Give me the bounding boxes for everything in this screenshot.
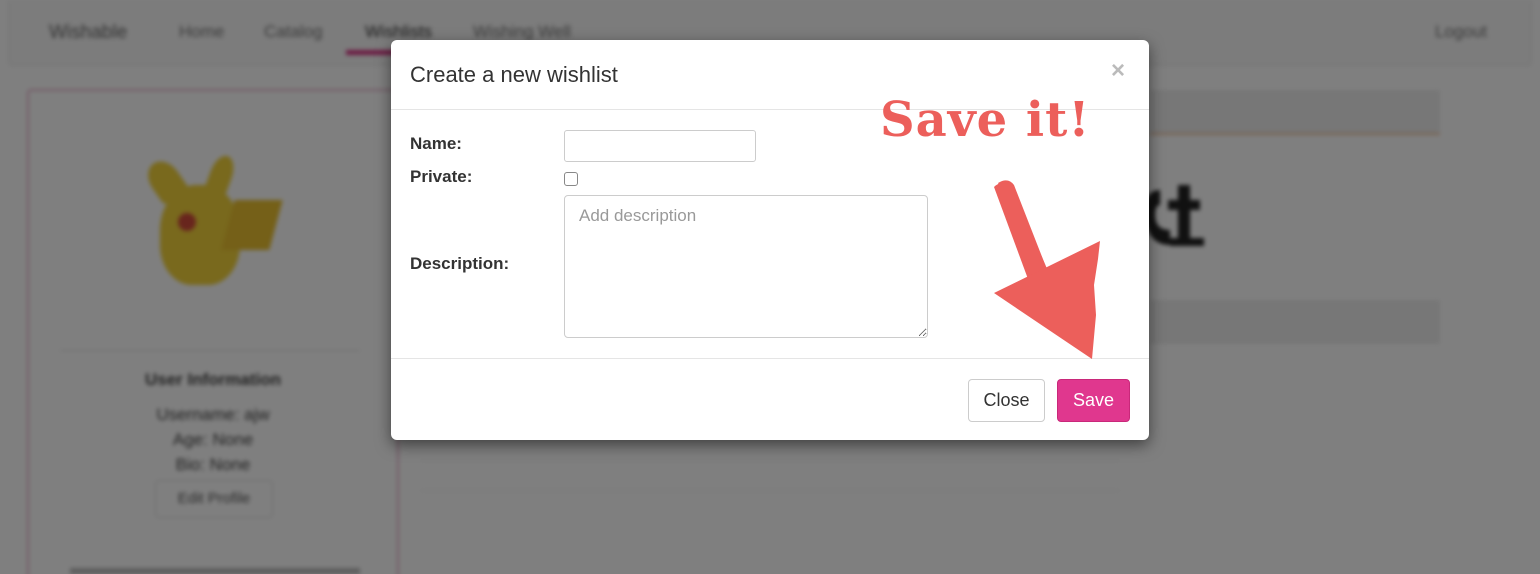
private-label: Private: (410, 167, 473, 186)
description-textarea[interactable] (564, 195, 928, 338)
name-label: Name: (410, 134, 462, 153)
name-input[interactable] (564, 130, 756, 162)
annotation-text: Save it! (880, 92, 1091, 148)
close-button[interactable]: Close (968, 379, 1045, 422)
modal-title: Create a new wishlist (410, 62, 618, 87)
modal-footer: Close Save (391, 358, 1149, 440)
private-checkbox[interactable] (564, 172, 578, 186)
arrow-down-right-icon (994, 180, 1100, 359)
close-icon[interactable]: × (1111, 59, 1125, 83)
save-button[interactable]: Save (1057, 379, 1130, 422)
description-label: Description: (410, 254, 510, 273)
